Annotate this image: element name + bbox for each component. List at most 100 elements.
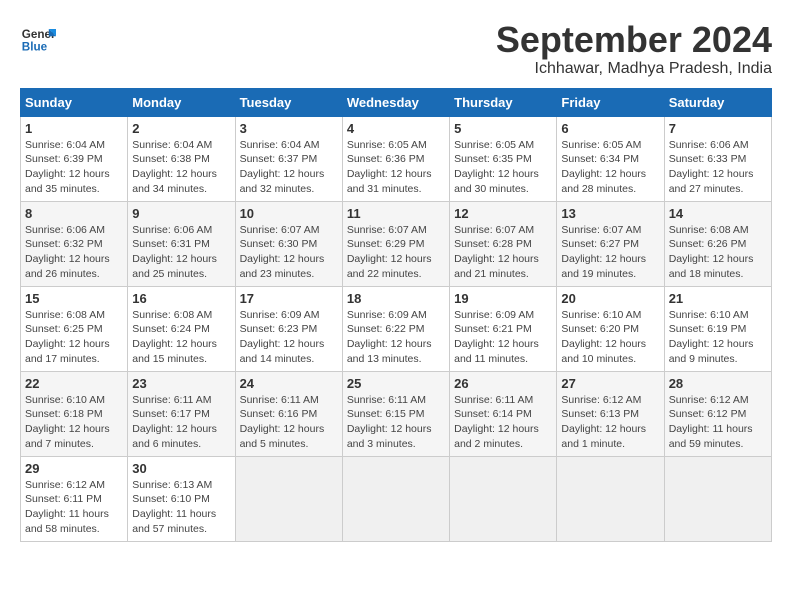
day-number: 15	[25, 291, 123, 306]
week-row-4: 22 Sunrise: 6:10 AM Sunset: 6:18 PM Dayli…	[21, 371, 772, 456]
day-info: Sunrise: 6:11 AM Sunset: 6:15 PM Dayligh…	[347, 393, 445, 452]
day-info: Sunrise: 6:10 AM Sunset: 6:20 PM Dayligh…	[561, 308, 659, 367]
calendar-cell: 24 Sunrise: 6:11 AM Sunset: 6:16 PM Dayli…	[235, 371, 342, 456]
day-info: Sunrise: 6:12 AM Sunset: 6:12 PM Dayligh…	[669, 393, 767, 452]
calendar-cell: 15 Sunrise: 6:08 AM Sunset: 6:25 PM Dayli…	[21, 286, 128, 371]
day-number: 9	[132, 206, 230, 221]
calendar-cell: 22 Sunrise: 6:10 AM Sunset: 6:18 PM Dayli…	[21, 371, 128, 456]
day-info: Sunrise: 6:08 AM Sunset: 6:24 PM Dayligh…	[132, 308, 230, 367]
day-info: Sunrise: 6:07 AM Sunset: 6:27 PM Dayligh…	[561, 223, 659, 282]
calendar-cell: 7Sunrise: 6:06 AM Sunset: 6:33 PM Daylig…	[664, 116, 771, 201]
day-number: 8	[25, 206, 123, 221]
header-row: SundayMondayTuesdayWednesdayThursdayFrid…	[21, 88, 772, 116]
month-title: September 2024	[496, 20, 772, 60]
day-info: Sunrise: 6:11 AM Sunset: 6:14 PM Dayligh…	[454, 393, 552, 452]
header-tuesday: Tuesday	[235, 88, 342, 116]
calendar-cell: 19 Sunrise: 6:09 AM Sunset: 6:21 PM Dayli…	[450, 286, 557, 371]
day-info: Sunrise: 6:11 AM Sunset: 6:17 PM Dayligh…	[132, 393, 230, 452]
day-info: Sunrise: 6:07 AM Sunset: 6:29 PM Dayligh…	[347, 223, 445, 282]
day-info: Sunrise: 6:05 AM Sunset: 6:36 PM Dayligh…	[347, 138, 445, 197]
calendar-header: SundayMondayTuesdayWednesdayThursdayFrid…	[21, 88, 772, 116]
calendar-cell	[235, 456, 342, 541]
header-friday: Friday	[557, 88, 664, 116]
day-number: 17	[240, 291, 338, 306]
day-number: 13	[561, 206, 659, 221]
header-thursday: Thursday	[450, 88, 557, 116]
day-number: 10	[240, 206, 338, 221]
day-info: Sunrise: 6:08 AM Sunset: 6:25 PM Dayligh…	[25, 308, 123, 367]
calendar-cell: 6 Sunrise: 6:05 AM Sunset: 6:34 PM Daylig…	[557, 116, 664, 201]
day-number: 24	[240, 376, 338, 391]
day-info: Sunrise: 6:05 AM Sunset: 6:34 PM Dayligh…	[561, 138, 659, 197]
day-number: 26	[454, 376, 552, 391]
calendar-cell: 30Sunrise: 6:13 AM Sunset: 6:10 PM Dayli…	[128, 456, 235, 541]
calendar-table: SundayMondayTuesdayWednesdayThursdayFrid…	[20, 88, 772, 542]
calendar-cell: 28 Sunrise: 6:12 AM Sunset: 6:12 PM Dayli…	[664, 371, 771, 456]
calendar-cell	[450, 456, 557, 541]
day-number: 5	[454, 121, 552, 136]
calendar-cell: 11Sunrise: 6:07 AM Sunset: 6:29 PM Dayli…	[342, 201, 449, 286]
calendar-cell: 1 Sunrise: 6:04 AM Sunset: 6:39 PM Daylig…	[21, 116, 128, 201]
day-info: Sunrise: 6:12 AM Sunset: 6:13 PM Dayligh…	[561, 393, 659, 452]
header-wednesday: Wednesday	[342, 88, 449, 116]
calendar-cell: 18Sunrise: 6:09 AM Sunset: 6:22 PM Dayli…	[342, 286, 449, 371]
calendar-cell: 10Sunrise: 6:07 AM Sunset: 6:30 PM Dayli…	[235, 201, 342, 286]
header-monday: Monday	[128, 88, 235, 116]
calendar-body: 1 Sunrise: 6:04 AM Sunset: 6:39 PM Daylig…	[21, 116, 772, 541]
calendar-cell	[557, 456, 664, 541]
day-info: Sunrise: 6:12 AM Sunset: 6:11 PM Dayligh…	[25, 478, 123, 537]
logo-icon: General Blue	[20, 20, 56, 56]
calendar-cell: 20 Sunrise: 6:10 AM Sunset: 6:20 PM Dayli…	[557, 286, 664, 371]
day-number: 3	[240, 121, 338, 136]
day-number: 2	[132, 121, 230, 136]
day-number: 23	[132, 376, 230, 391]
day-info: Sunrise: 6:10 AM Sunset: 6:19 PM Dayligh…	[669, 308, 767, 367]
day-info: Sunrise: 6:04 AM Sunset: 6:38 PM Dayligh…	[132, 138, 230, 197]
calendar-cell: 27 Sunrise: 6:12 AM Sunset: 6:13 PM Dayli…	[557, 371, 664, 456]
calendar-cell: 3 Sunrise: 6:04 AM Sunset: 6:37 PM Daylig…	[235, 116, 342, 201]
svg-text:Blue: Blue	[22, 41, 48, 54]
week-row-1: 1 Sunrise: 6:04 AM Sunset: 6:39 PM Daylig…	[21, 116, 772, 201]
day-number: 1	[25, 121, 123, 136]
calendar-cell: 14Sunrise: 6:08 AM Sunset: 6:26 PM Dayli…	[664, 201, 771, 286]
day-info: Sunrise: 6:13 AM Sunset: 6:10 PM Dayligh…	[132, 478, 230, 537]
logo: General Blue	[20, 20, 56, 56]
calendar-cell: 23 Sunrise: 6:11 AM Sunset: 6:17 PM Dayli…	[128, 371, 235, 456]
title-block: September 2024 Ichhawar, Madhya Pradesh,…	[496, 20, 772, 78]
day-number: 4	[347, 121, 445, 136]
day-number: 16	[132, 291, 230, 306]
day-info: Sunrise: 6:11 AM Sunset: 6:16 PM Dayligh…	[240, 393, 338, 452]
calendar-cell: 25Sunrise: 6:11 AM Sunset: 6:15 PM Dayli…	[342, 371, 449, 456]
calendar-cell: 4 Sunrise: 6:05 AM Sunset: 6:36 PM Daylig…	[342, 116, 449, 201]
calendar-cell: 13 Sunrise: 6:07 AM Sunset: 6:27 PM Dayli…	[557, 201, 664, 286]
week-row-3: 15 Sunrise: 6:08 AM Sunset: 6:25 PM Dayli…	[21, 286, 772, 371]
header-sunday: Sunday	[21, 88, 128, 116]
day-number: 12	[454, 206, 552, 221]
page-header: General Blue September 2024 Ichhawar, Ma…	[20, 20, 772, 78]
calendar-cell	[342, 456, 449, 541]
calendar-cell: 16 Sunrise: 6:08 AM Sunset: 6:24 PM Dayli…	[128, 286, 235, 371]
day-number: 20	[561, 291, 659, 306]
day-info: Sunrise: 6:09 AM Sunset: 6:23 PM Dayligh…	[240, 308, 338, 367]
day-info: Sunrise: 6:10 AM Sunset: 6:18 PM Dayligh…	[25, 393, 123, 452]
day-info: Sunrise: 6:04 AM Sunset: 6:39 PM Dayligh…	[25, 138, 123, 197]
week-row-5: 29 Sunrise: 6:12 AM Sunset: 6:11 PM Dayli…	[21, 456, 772, 541]
calendar-cell: 5Sunrise: 6:05 AM Sunset: 6:35 PM Daylig…	[450, 116, 557, 201]
day-number: 19	[454, 291, 552, 306]
day-number: 29	[25, 461, 123, 476]
day-number: 22	[25, 376, 123, 391]
calendar-cell	[664, 456, 771, 541]
calendar-cell: 2 Sunrise: 6:04 AM Sunset: 6:38 PM Daylig…	[128, 116, 235, 201]
day-number: 27	[561, 376, 659, 391]
day-number: 28	[669, 376, 767, 391]
calendar-cell: 9Sunrise: 6:06 AM Sunset: 6:31 PM Daylig…	[128, 201, 235, 286]
day-info: Sunrise: 6:09 AM Sunset: 6:21 PM Dayligh…	[454, 308, 552, 367]
day-number: 6	[561, 121, 659, 136]
day-info: Sunrise: 6:04 AM Sunset: 6:37 PM Dayligh…	[240, 138, 338, 197]
header-saturday: Saturday	[664, 88, 771, 116]
calendar-cell: 17 Sunrise: 6:09 AM Sunset: 6:23 PM Dayli…	[235, 286, 342, 371]
location-subtitle: Ichhawar, Madhya Pradesh, India	[496, 60, 772, 78]
day-info: Sunrise: 6:09 AM Sunset: 6:22 PM Dayligh…	[347, 308, 445, 367]
calendar-cell: 26 Sunrise: 6:11 AM Sunset: 6:14 PM Dayli…	[450, 371, 557, 456]
day-info: Sunrise: 6:06 AM Sunset: 6:33 PM Dayligh…	[669, 138, 767, 197]
